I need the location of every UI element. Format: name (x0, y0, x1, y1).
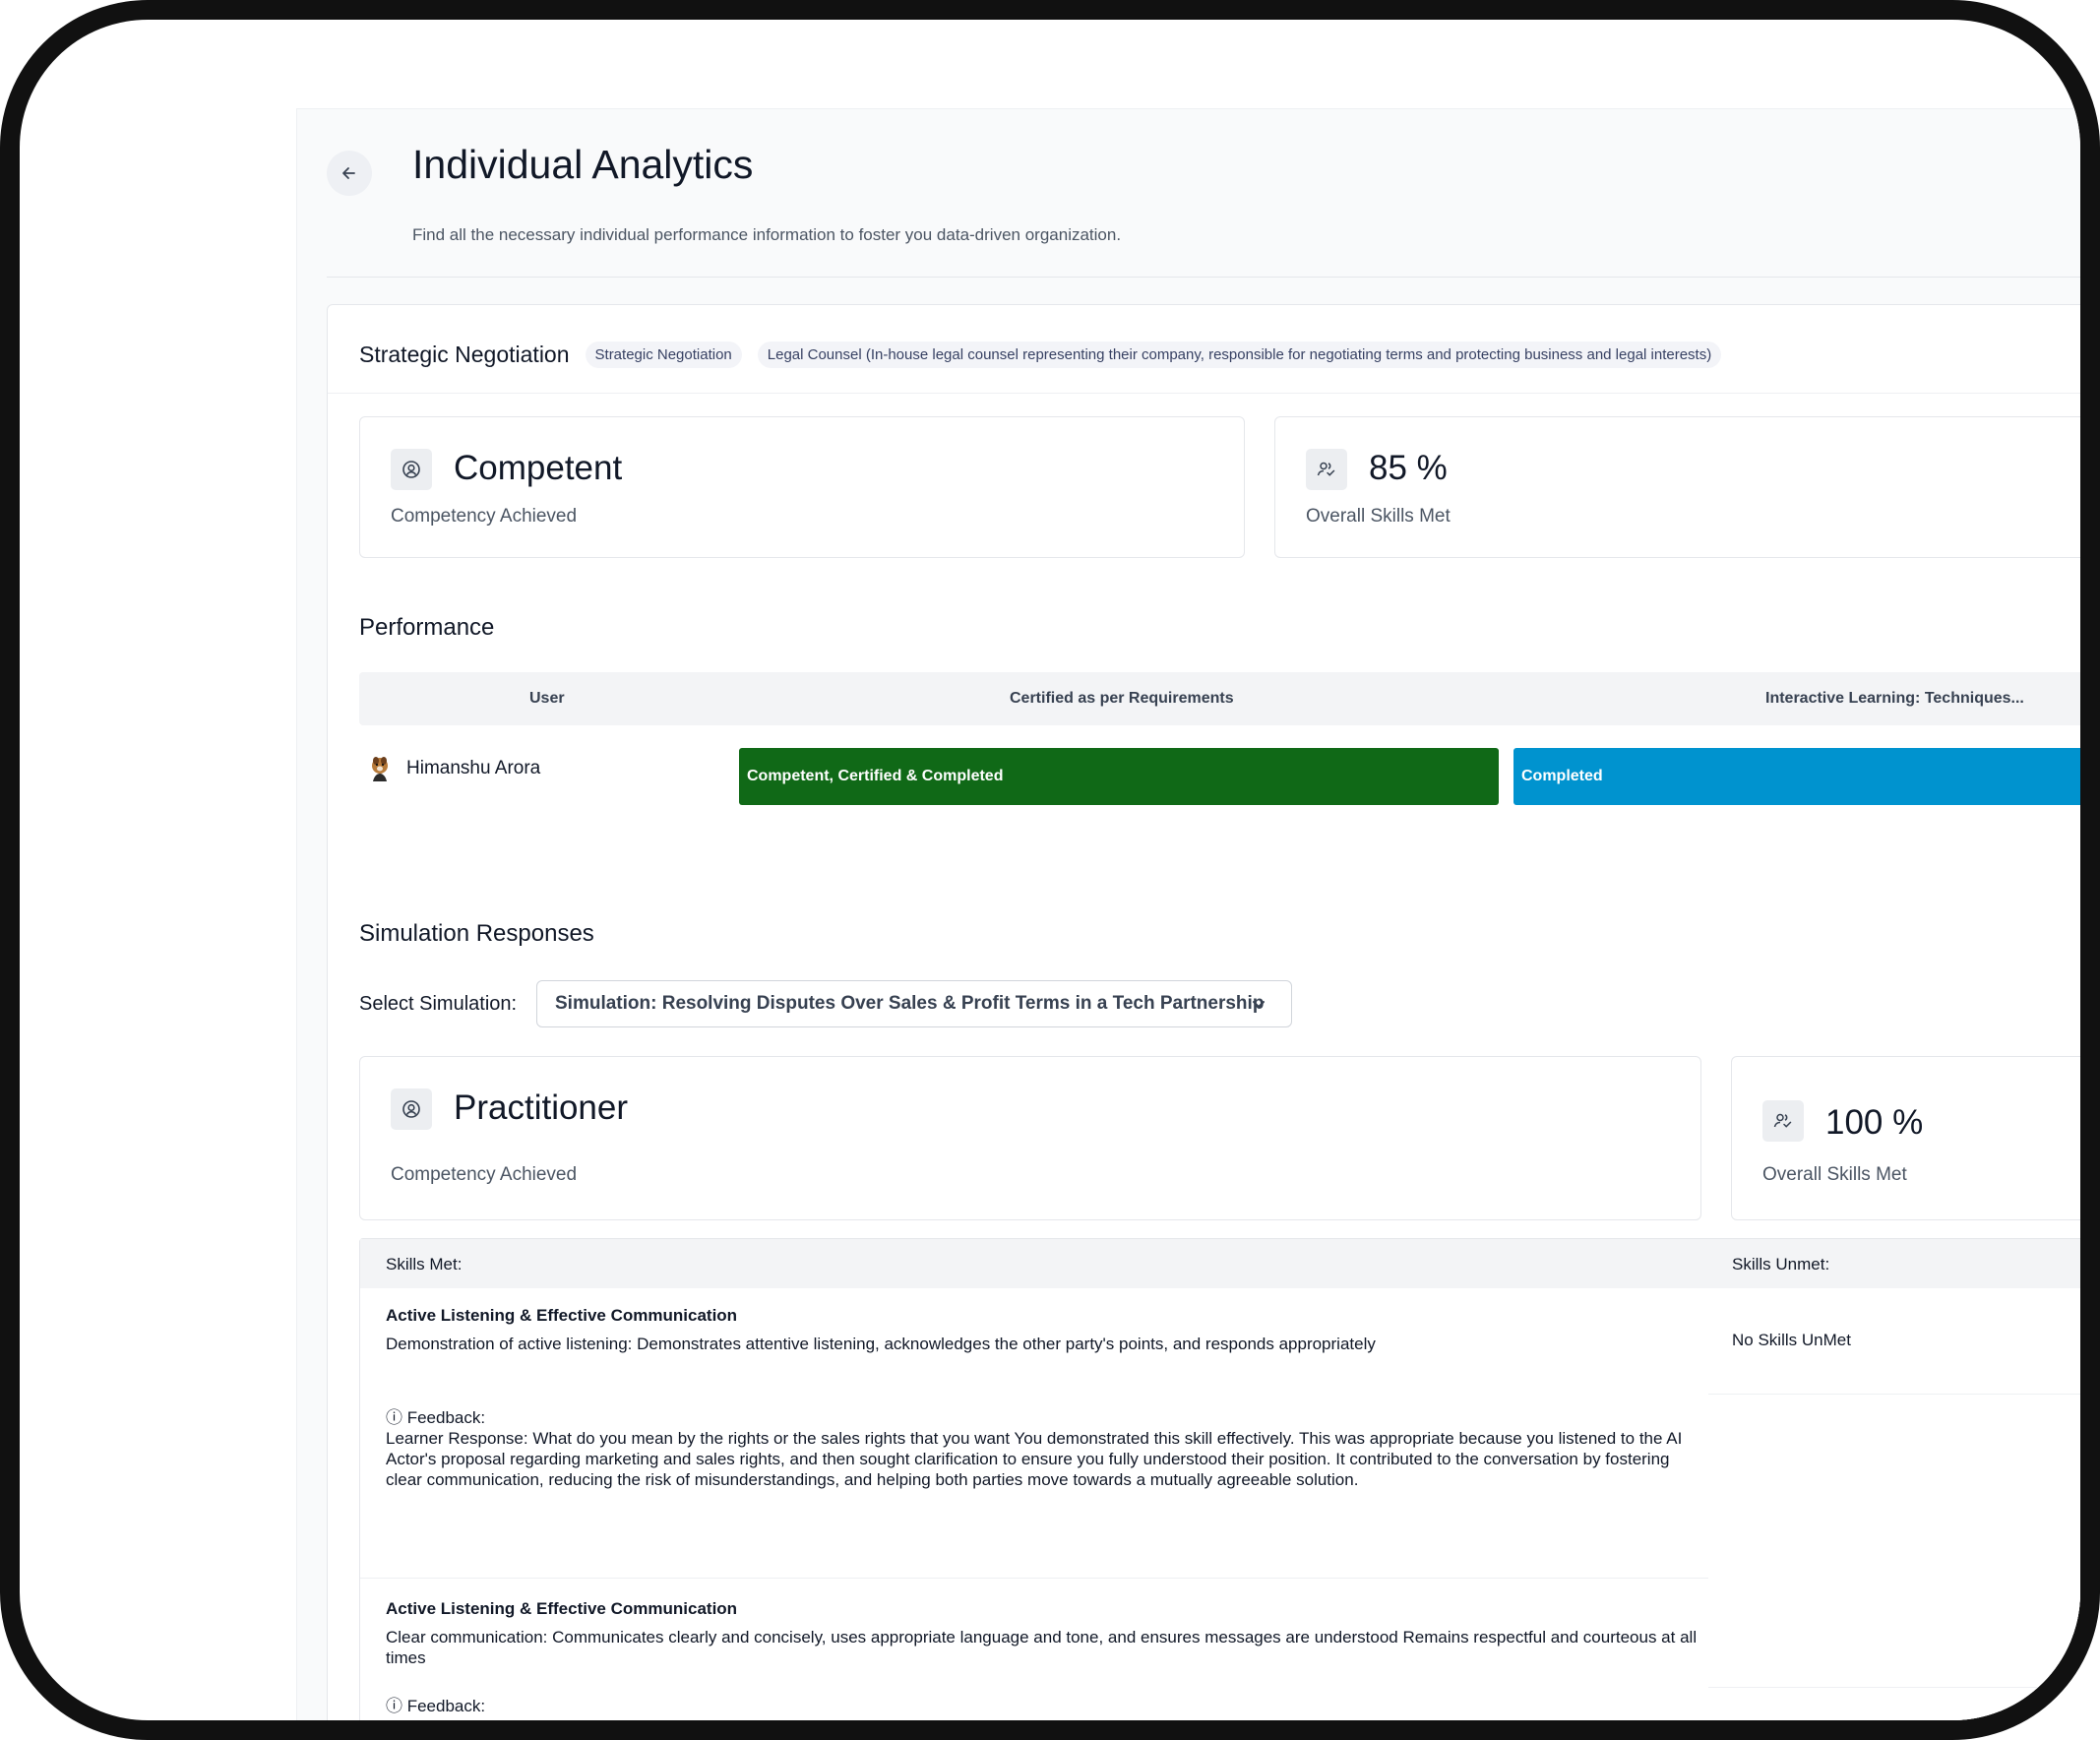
feedback-label: ⓘ Feedback: (386, 1408, 486, 1427)
skill-description: Demonstration of active listening: Demon… (386, 1335, 1376, 1353)
row-divider (1708, 1687, 2080, 1688)
skills-table-header: Skills Met: Skills Unmet: (360, 1239, 2080, 1288)
select-simulation-label: Select Simulation: (359, 993, 518, 1015)
interactive-status-bar[interactable]: Completed (1513, 748, 2080, 805)
simulation-competency-card: Practitioner Competency Achieved (359, 1056, 1701, 1220)
divider (328, 393, 2080, 394)
competency-label: Competency Achieved (391, 506, 578, 527)
simulation-select-value: Simulation: Resolving Disputes Over Sale… (555, 993, 1265, 1014)
simulation-skills-card: 100 % Overall Skills Met (1731, 1056, 2080, 1220)
simulation-skills-value: 100 % (1825, 1103, 1924, 1142)
skill-description: Clear communication: Communicates clearl… (386, 1628, 1698, 1667)
course-title: Strategic Negotiation (359, 341, 570, 367)
performance-table-header: User Certified as per Requirements Inter… (359, 672, 2080, 725)
back-button[interactable] (327, 151, 372, 196)
performance-title: Performance (359, 614, 495, 641)
user-circle-icon (391, 449, 432, 490)
device-frame: Individual Analytics Find all the necess… (0, 0, 2100, 1740)
analytics-card: Strategic Negotiation Strategic Negotiat… (327, 304, 2080, 1720)
skills-met-card: 85 % Overall Skills Met (1274, 416, 2080, 558)
simulation-competency-value: Practitioner (454, 1088, 629, 1127)
skills-met-label: Overall Skills Met (1306, 506, 1451, 527)
feedback-text: Learner Response: Hello lets discuss and… (386, 1717, 1534, 1736)
user-name[interactable]: Himanshu Arora (406, 758, 540, 779)
column-user: User (529, 690, 565, 707)
simulation-title: Simulation Responses (359, 920, 594, 947)
course-header: Strategic Negotiation Strategic Negotiat… (359, 335, 1722, 374)
row-divider (1708, 1394, 2080, 1395)
page-subtitle: Find all the necessary individual perfor… (412, 225, 1122, 244)
competency-value: Competent (454, 449, 623, 487)
header-divider (327, 277, 2080, 278)
page-title: Individual Analytics (412, 142, 754, 187)
simulation-select[interactable]: Simulation: Resolving Disputes Over Sale… (536, 980, 1292, 1027)
app-viewport: Individual Analytics Find all the necess… (296, 108, 2080, 1720)
skill-name: Active Listening & Effective Communicati… (386, 1599, 738, 1618)
simulation-competency-label: Competency Achieved (391, 1164, 578, 1185)
certified-status-bar[interactable]: Competent, Certified & Completed (739, 748, 1499, 805)
feedback-label: ⓘ Feedback: (386, 1697, 486, 1715)
skills-unmet-value: No Skills UnMet (1732, 1331, 1851, 1349)
table-row: Himanshu Arora Competent, Certified & Co… (359, 738, 2080, 807)
avatar (372, 757, 388, 781)
skill-name: Active Listening & Effective Communicati… (386, 1306, 738, 1325)
users-check-icon (1762, 1100, 1804, 1142)
skill-item: Active Listening & Effective Communicati… (386, 1599, 1704, 1736)
column-certified: Certified as per Requirements (1010, 690, 1234, 707)
column-interactive: Interactive Learning: Techniques... (1765, 690, 2024, 707)
simulation-skills-label: Overall Skills Met (1762, 1164, 1907, 1185)
feedback-text: Learner Response: What do you mean by th… (386, 1429, 1683, 1489)
skills-met-value: 85 % (1369, 449, 1448, 487)
course-tag: Strategic Negotiation (585, 341, 742, 368)
role-tag: Legal Counsel (In-house legal counsel re… (757, 341, 1722, 368)
user-circle-icon (391, 1088, 432, 1130)
skills-table: Skills Met: Skills Unmet: Active Listeni… (359, 1238, 2080, 1720)
competency-card: Competent Competency Achieved (359, 416, 1245, 558)
skills-met-header: Skills Met: (386, 1255, 463, 1274)
users-check-icon (1306, 449, 1347, 490)
page-header: Individual Analytics Find all the necess… (297, 109, 2080, 257)
skill-item: Active Listening & Effective Communicati… (386, 1306, 1704, 1490)
skills-unmet-header: Skills Unmet: (1732, 1255, 1830, 1274)
back-arrow-icon (342, 167, 355, 179)
row-divider (360, 1578, 1708, 1579)
chevron-down-icon (1253, 1001, 1265, 1008)
